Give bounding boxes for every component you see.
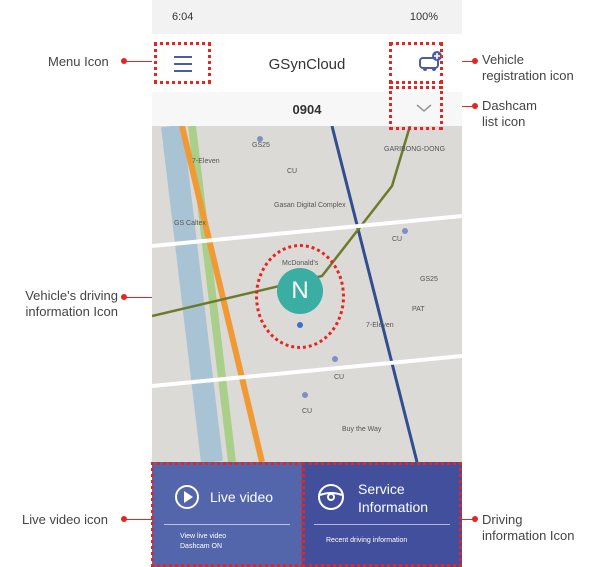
annotation-line — [124, 519, 154, 520]
status-bar: 6:04 100% — [152, 0, 462, 34]
map-label: Gasan Digital Complex — [274, 202, 346, 209]
map-label: CU — [334, 374, 345, 381]
status-battery: 100% — [409, 11, 438, 23]
map-label: GS25 — [420, 276, 438, 283]
annotation-dot — [472, 516, 478, 522]
annotation-driving-info: Vehicle's driving information Icon — [25, 288, 118, 319]
annotation-live-video: Live video icon — [22, 512, 108, 527]
highlight-dashcam-list — [389, 86, 443, 130]
highlight-vehicle-registration — [389, 42, 443, 84]
annotation-line — [124, 61, 154, 62]
map-pin-icon — [332, 356, 338, 362]
map-label: GS Caltex — [174, 220, 206, 227]
map-label: 7-Eleven — [366, 322, 394, 329]
highlight-live-video — [151, 462, 304, 567]
annotation-vehicle-registration: Vehicle registration icon — [482, 52, 574, 83]
map-label: CU — [287, 168, 298, 175]
map-label: Buy the Way — [342, 426, 382, 433]
annotation-dashcam-list: Dashcam list icon — [482, 98, 537, 129]
annotation-dot — [121, 294, 127, 300]
highlight-driving-info — [255, 244, 345, 349]
annotation-dot — [121, 516, 127, 522]
map-pin-icon — [302, 392, 308, 398]
annotation-driving-information: Driving information Icon — [482, 512, 575, 543]
map-label: CU — [392, 236, 403, 243]
annotation-menu: Menu Icon — [48, 54, 109, 69]
annotation-dot — [472, 58, 478, 64]
highlight-menu — [154, 42, 211, 84]
map-label: CU — [302, 408, 313, 415]
map-label: GS25 — [252, 142, 270, 149]
annotation-dot — [472, 103, 478, 109]
highlight-service-information — [302, 462, 462, 567]
map-label: PAT — [412, 306, 425, 313]
annotation-dot — [121, 58, 127, 64]
map-label: GARIBONG-DONG — [384, 146, 446, 153]
map-pin-icon — [402, 228, 408, 234]
map-label: 7-Eleven — [192, 158, 220, 165]
map-pin-icon — [257, 136, 263, 142]
status-time: 6:04 — [172, 11, 194, 23]
